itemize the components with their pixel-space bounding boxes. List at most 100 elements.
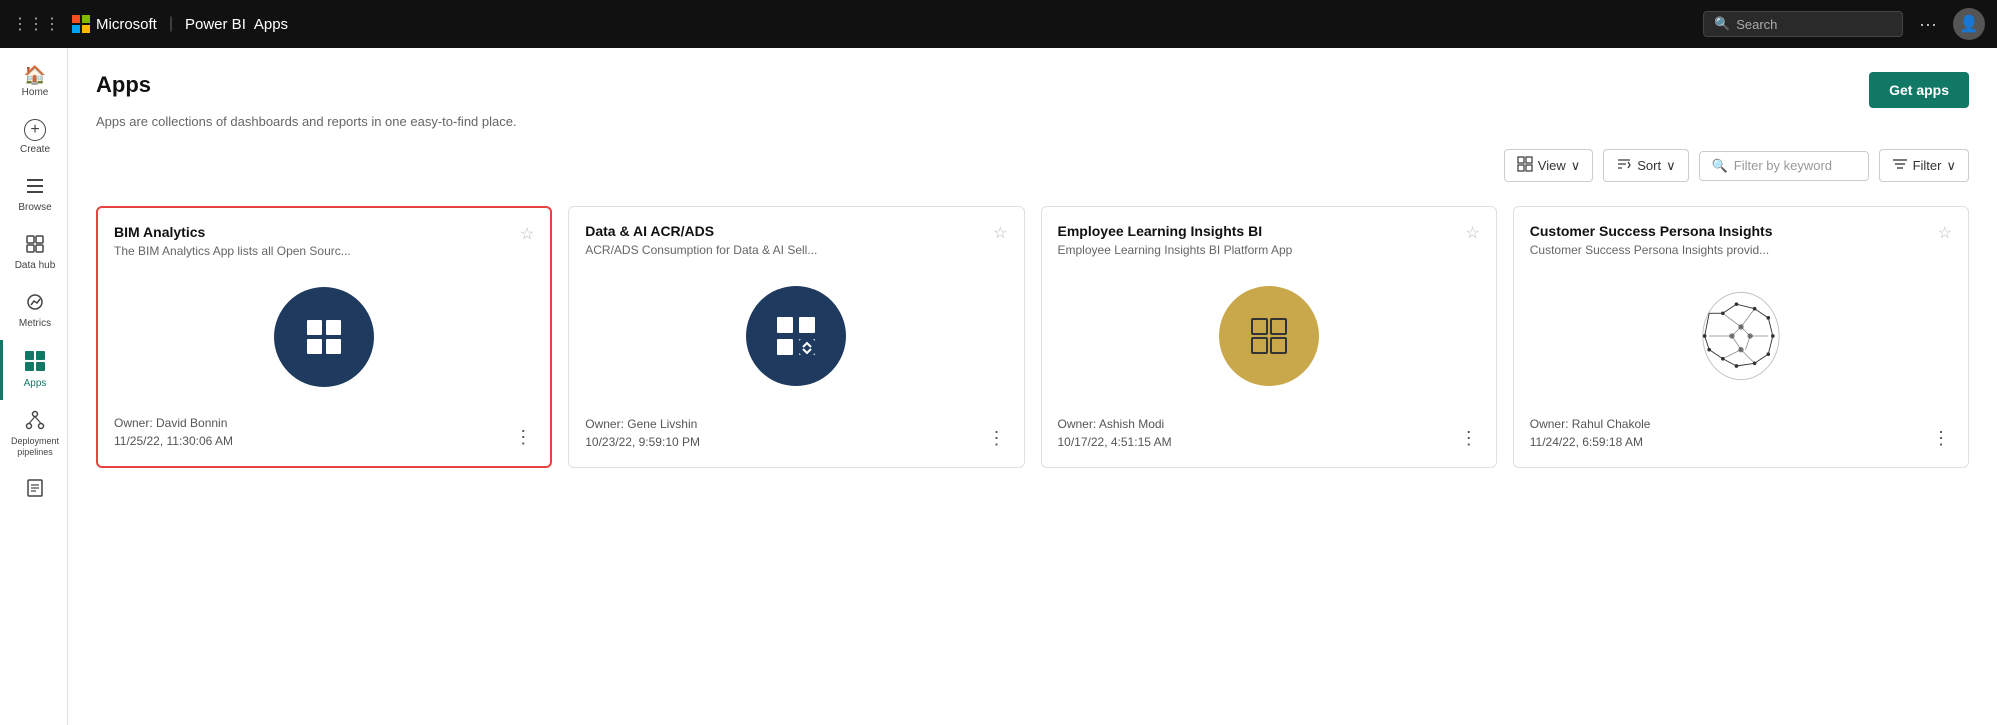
card-icon-area (1530, 271, 1952, 401)
card-menu-button[interactable]: ⋮ (1930, 426, 1952, 451)
owner-date: 11/25/22, 11:30:06 AM (114, 432, 233, 450)
star-icon[interactable]: ☆ (520, 224, 534, 244)
sidebar-item-home[interactable]: 🏠 Home (0, 56, 67, 109)
app-card-customer-success[interactable]: Customer Success Persona Insights Custom… (1513, 206, 1969, 468)
sidebar: 🏠 Home + Create Browse Data hub Metrics (0, 48, 68, 725)
sidebar-item-pipelines[interactable]: Deployment pipelines (0, 400, 67, 468)
top-navigation: ⋮⋮⋮ Microsoft | Power BI Apps 🔍 Search ·… (0, 0, 1997, 48)
app-icon-circle (746, 286, 846, 386)
apps-icon (24, 350, 46, 375)
ms-logo-red (72, 15, 80, 23)
filter-search-icon: 🔍 (1712, 158, 1728, 174)
star-icon[interactable]: ☆ (1938, 223, 1952, 243)
filter-label: Filter (1913, 158, 1942, 173)
sidebar-label-create: Create (20, 144, 50, 156)
ms-logo-green (82, 15, 90, 23)
card-title-area: BIM Analytics The BIM Analytics App list… (114, 224, 512, 260)
owner-date: 11/24/22, 6:59:18 AM (1530, 433, 1651, 451)
sidebar-item-create[interactable]: + Create (0, 109, 67, 166)
grid-icon[interactable]: ⋮⋮⋮ (12, 14, 60, 34)
filter-menu-icon (1892, 156, 1908, 175)
filter-chevron: ∨ (1946, 158, 1956, 174)
sidebar-label-browse: Browse (18, 202, 51, 214)
card-icon-area (585, 271, 1007, 401)
card-header: Data & AI ACR/ADS ACR/ADS Consumption fo… (585, 223, 1007, 259)
get-apps-button[interactable]: Get apps (1869, 72, 1969, 108)
sidebar-item-apps[interactable]: Apps (0, 340, 67, 400)
view-label: View (1538, 158, 1566, 173)
filter-keyword-input[interactable]: 🔍 Filter by keyword (1699, 151, 1869, 181)
card-title: BIM Analytics (114, 224, 512, 240)
card-title-area: Customer Success Persona Insights Custom… (1530, 223, 1930, 259)
card-footer: Owner: David Bonnin 11/25/22, 11:30:06 A… (114, 414, 534, 450)
browse-icon (25, 176, 45, 199)
product-name: Power BI (185, 16, 246, 33)
card-icon-area (1058, 271, 1480, 401)
avatar-icon: 👤 (1959, 14, 1979, 34)
filter-button[interactable]: Filter ∨ (1879, 149, 1969, 182)
card-footer: Owner: Rahul Chakole 11/24/22, 6:59:18 A… (1530, 415, 1952, 451)
app-icon-circle (274, 287, 374, 387)
app-layout: 🏠 Home + Create Browse Data hub Metrics (0, 48, 1997, 725)
card-owner-info: Owner: Rahul Chakole 11/24/22, 6:59:18 A… (1530, 415, 1651, 451)
sort-icon (1616, 156, 1632, 175)
brand-separator: | (169, 15, 173, 33)
card-header: Employee Learning Insights BI Employee L… (1058, 223, 1480, 259)
ms-logo-grid (72, 15, 90, 33)
sidebar-label-metrics: Metrics (19, 318, 51, 330)
search-icon: 🔍 (1714, 16, 1730, 32)
card-menu-button[interactable]: ⋮ (1458, 426, 1480, 451)
view-icon (1517, 156, 1533, 175)
card-title-area: Employee Learning Insights BI Employee L… (1058, 223, 1458, 259)
app-card-employee-learning[interactable]: Employee Learning Insights BI Employee L… (1041, 206, 1497, 468)
sidebar-item-browse[interactable]: Browse (0, 166, 67, 224)
pipelines-icon (25, 410, 45, 433)
global-search[interactable]: 🔍 Search (1703, 11, 1903, 37)
view-button[interactable]: View ∨ (1504, 149, 1593, 182)
card-footer: Owner: Ashish Modi 10/17/22, 4:51:15 AM … (1058, 415, 1480, 451)
microsoft-logo: Microsoft (72, 15, 157, 33)
brand-name: Microsoft (96, 16, 157, 33)
sort-label: Sort (1637, 158, 1661, 173)
search-placeholder: Search (1736, 17, 1777, 32)
user-avatar[interactable]: 👤 (1953, 8, 1985, 40)
card-subtitle: ACR/ADS Consumption for Data & AI Sell..… (585, 242, 985, 259)
card-title: Employee Learning Insights BI (1058, 223, 1458, 239)
app-icon-circuit (1691, 286, 1791, 386)
sidebar-item-learn[interactable] (0, 468, 67, 514)
page-header: Apps Get apps (96, 72, 1969, 108)
sidebar-label-pipelines: Deployment pipelines (7, 436, 63, 458)
ms-logo-yellow (82, 25, 90, 33)
sidebar-label-apps: Apps (24, 378, 47, 390)
card-subtitle: The BIM Analytics App lists all Open Sou… (114, 243, 512, 260)
metrics-icon (25, 292, 45, 315)
owner-date: 10/23/22, 9:59:10 PM (585, 433, 700, 451)
home-icon: 🏠 (24, 66, 46, 84)
view-chevron: ∨ (1571, 158, 1581, 174)
app-card-data-ai[interactable]: Data & AI ACR/ADS ACR/ADS Consumption fo… (568, 206, 1024, 468)
sort-button[interactable]: Sort ∨ (1603, 149, 1688, 182)
toolbar: View ∨ Sort ∨ 🔍 Filter by keyword Filter… (96, 149, 1969, 182)
page-subtitle: Apps are collections of dashboards and r… (96, 114, 1969, 129)
datahub-icon (25, 234, 45, 257)
owner-name: Owner: Gene Livshin (585, 415, 700, 433)
main-content: Apps Get apps Apps are collections of da… (68, 48, 1997, 725)
more-options-button[interactable]: ··· (1911, 14, 1945, 35)
app-name: Apps (254, 16, 288, 33)
card-title-area: Data & AI ACR/ADS ACR/ADS Consumption fo… (585, 223, 985, 259)
page-title: Apps (96, 72, 151, 98)
app-card-bim-analytics[interactable]: BIM Analytics The BIM Analytics App list… (96, 206, 552, 468)
star-icon[interactable]: ☆ (993, 223, 1007, 243)
card-subtitle: Employee Learning Insights BI Platform A… (1058, 242, 1458, 259)
card-title: Data & AI ACR/ADS (585, 223, 985, 239)
learn-icon (25, 478, 45, 501)
star-icon[interactable]: ☆ (1465, 223, 1479, 243)
apps-grid: BIM Analytics The BIM Analytics App list… (96, 206, 1969, 468)
card-subtitle: Customer Success Persona Insights provid… (1530, 242, 1930, 259)
card-menu-button[interactable]: ⋮ (512, 425, 534, 450)
sidebar-item-metrics[interactable]: Metrics (0, 282, 67, 340)
card-menu-button[interactable]: ⋮ (986, 426, 1008, 451)
owner-name: Owner: Ashish Modi (1058, 415, 1172, 433)
card-footer: Owner: Gene Livshin 10/23/22, 9:59:10 PM… (585, 415, 1007, 451)
sidebar-item-datahub[interactable]: Data hub (0, 224, 67, 282)
